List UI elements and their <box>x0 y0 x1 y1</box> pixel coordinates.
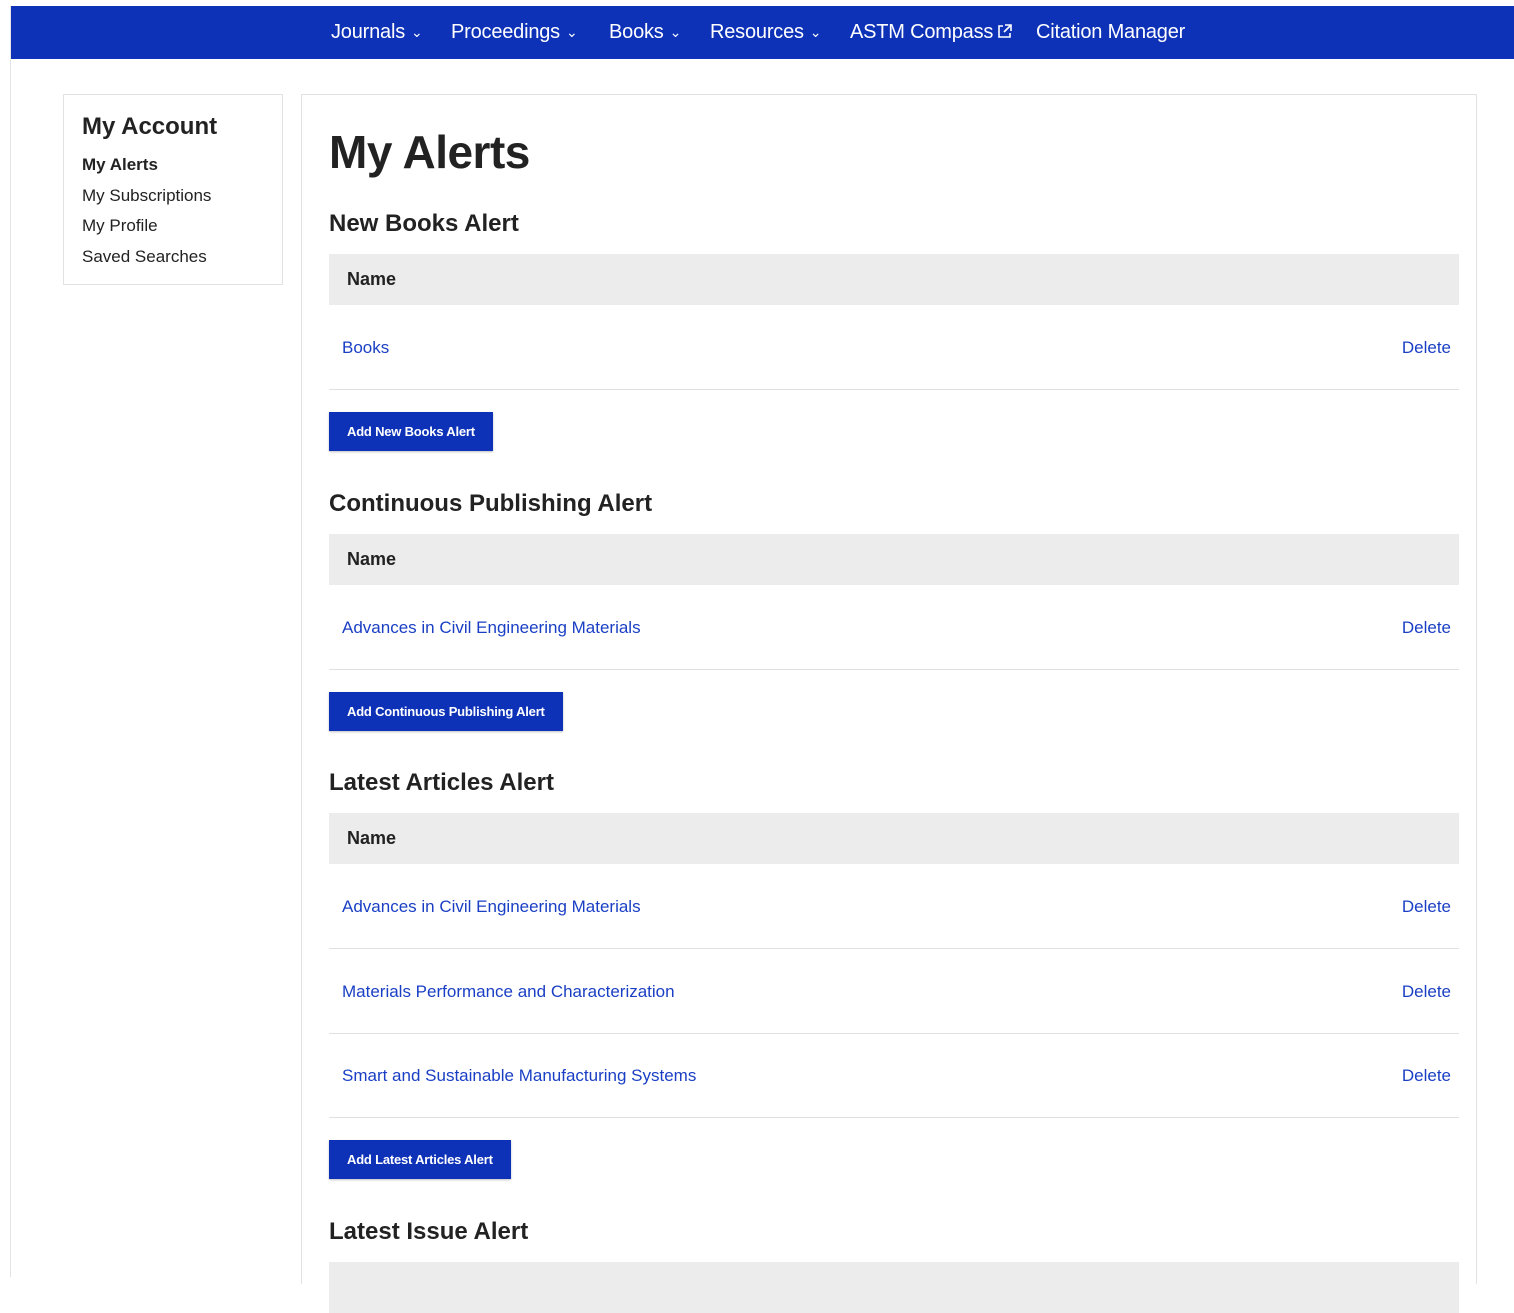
alert-link[interactable]: Smart and Sustainable Manufacturing Syst… <box>342 1033 696 1118</box>
main-content: My Alerts New Books Alert Name Books Del… <box>301 94 1477 1313</box>
sidebar-item-saved-searches[interactable]: Saved Searches <box>82 247 207 267</box>
section-title-continuous-publishing: Continuous Publishing Alert <box>329 490 653 517</box>
top-navigation: Journals ⌄ Proceedings ⌄ Books ⌄ Resources ⌄… <box>11 6 1514 59</box>
table-row: Advances in Civil Engineering Materials … <box>329 585 1459 670</box>
nav-citation-manager[interactable]: Citation Manager <box>1036 6 1185 59</box>
sidebar-title: My Account <box>82 113 218 140</box>
chevron-down-icon: ⌄ <box>565 24 578 40</box>
chevron-down-icon: ⌄ <box>809 24 822 40</box>
page-title: My Alerts <box>329 126 530 178</box>
delete-link[interactable]: Delete <box>1402 585 1451 670</box>
table-row: Advances in Civil Engineering Materials … <box>329 864 1459 949</box>
sidebar-item-my-subscriptions[interactable]: My Subscriptions <box>82 186 211 206</box>
sidebar-item-my-profile[interactable]: My Profile <box>82 216 158 236</box>
table-header: Name <box>329 813 1459 864</box>
nav-journals-label: Journals <box>331 21 405 43</box>
nav-resources[interactable]: Resources ⌄ <box>710 6 822 59</box>
nav-journals[interactable]: Journals ⌄ <box>331 6 423 59</box>
section-title-latest-issue: Latest Issue Alert <box>329 1218 529 1245</box>
table-row: Smart and Sustainable Manufacturing Syst… <box>329 1033 1459 1118</box>
delete-link[interactable]: Delete <box>1402 305 1451 390</box>
nav-astm-compass[interactable]: ASTM Compass <box>850 6 1012 59</box>
delete-link[interactable]: Delete <box>1402 1033 1451 1118</box>
table-row: Materials Performance and Characterizati… <box>329 949 1459 1034</box>
alert-link[interactable]: Advances in Civil Engineering Materials <box>342 864 641 949</box>
table-header <box>329 1262 1459 1313</box>
delete-link[interactable]: Delete <box>1402 949 1451 1034</box>
external-link-icon <box>997 7 1012 60</box>
add-latest-articles-alert-button[interactable]: Add Latest Articles Alert <box>329 1140 511 1179</box>
add-new-books-alert-button[interactable]: Add New Books Alert <box>329 412 493 451</box>
column-header-name: Name <box>347 828 397 848</box>
browser-page: Journals ⌄ Proceedings ⌄ Books ⌄ Resources ⌄… <box>10 6 1514 1313</box>
nav-proceedings-label: Proceedings <box>451 21 560 43</box>
nav-resources-label: Resources <box>710 21 804 43</box>
section-title-latest-articles: Latest Articles Alert <box>329 769 554 796</box>
alert-link[interactable]: Books <box>342 305 389 390</box>
alert-link[interactable]: Materials Performance and Characterizati… <box>342 949 675 1034</box>
column-header-name: Name <box>347 269 397 289</box>
account-sidebar: My Account My Alerts My Subscriptions My… <box>63 94 283 285</box>
nav-citation-manager-label: Citation Manager <box>1036 21 1186 43</box>
table-row: Books Delete <box>329 305 1459 390</box>
chevron-down-icon: ⌄ <box>411 24 423 40</box>
nav-proceedings[interactable]: Proceedings ⌄ <box>451 6 578 59</box>
nav-astm-compass-label: ASTM Compass <box>850 21 994 43</box>
chevron-down-icon: ⌄ <box>669 24 682 40</box>
sidebar-item-my-alerts[interactable]: My Alerts <box>82 155 158 175</box>
table-header: Name <box>329 254 1459 305</box>
section-title-new-books: New Books Alert <box>329 210 519 237</box>
delete-link[interactable]: Delete <box>1402 864 1451 949</box>
nav-books-label: Books <box>609 21 664 43</box>
table-header: Name <box>329 534 1459 585</box>
alert-link[interactable]: Advances in Civil Engineering Materials <box>342 585 641 670</box>
nav-books[interactable]: Books ⌄ <box>609 6 681 59</box>
column-header-name: Name <box>347 549 397 569</box>
add-continuous-publishing-alert-button[interactable]: Add Continuous Publishing Alert <box>329 692 563 731</box>
